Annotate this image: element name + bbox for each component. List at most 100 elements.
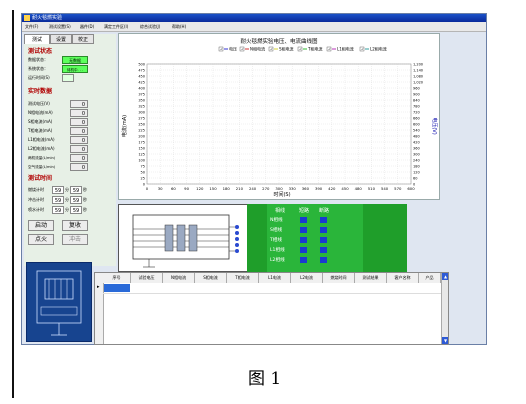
- impact-timer-min[interactable]: 59: [52, 196, 64, 204]
- y-tick-label: 125: [138, 152, 145, 156]
- col-index[interactable]: 序号: [103, 273, 131, 283]
- app-window: 耐火毯燃实验 文件(F) 测试设置(S) 器件(D) 满定工件区(I) 综合试验…: [21, 13, 487, 345]
- x-tick-label: 360: [302, 186, 310, 191]
- phase-n-open-indicator: [320, 217, 327, 223]
- col-product[interactable]: 产品: [419, 273, 441, 283]
- window-title: 耐火毯燃实验: [32, 15, 63, 21]
- y-tick-label: 325: [138, 104, 145, 108]
- air-flow-label: 空气流量(L/min): [28, 165, 56, 169]
- col-n-current[interactable]: N相电流: [163, 273, 195, 283]
- spray-timer-sec[interactable]: 59: [70, 206, 82, 214]
- menu-combined-test[interactable]: 综合试验(J): [140, 23, 160, 30]
- col-test-voltage[interactable]: 试验电压: [131, 273, 163, 283]
- phase-t-short-indicator: [300, 237, 307, 243]
- phase-row-t: T相线: [270, 238, 282, 243]
- chart-title: 耐火毯燃实验电压、电流曲线图: [240, 37, 318, 45]
- current-row-indicator: ▸: [97, 284, 100, 290]
- y-tick-label: 425: [138, 80, 145, 84]
- ignite-button[interactable]: 点火: [28, 234, 54, 245]
- menu-help[interactable]: 帮助(H): [172, 23, 186, 30]
- y2-tick-label: 240: [413, 158, 420, 162]
- chart-grid: [146, 63, 412, 185]
- selected-cell[interactable]: [104, 284, 130, 292]
- legend-label: N相电流: [250, 46, 265, 52]
- scroll-up-icon[interactable]: ▲: [442, 273, 448, 280]
- x-tick-label: 180: [223, 186, 231, 191]
- n-current-label: N相电流(mA): [28, 110, 53, 115]
- y2-tick-label: 1,080: [413, 74, 423, 78]
- burn-timer-sep: 分: [65, 187, 69, 192]
- l1-current-value: 0: [70, 136, 88, 144]
- phase-row-s: S相线: [270, 228, 283, 233]
- gas-flow-value: 0: [70, 154, 88, 162]
- legend-check-icon: ✓: [241, 48, 244, 52]
- legend-check-icon: ✓: [299, 48, 302, 52]
- tab-calibrate[interactable]: 校正: [72, 34, 94, 44]
- t-current-label: T相电流(mA): [28, 128, 53, 133]
- col-burn-time[interactable]: 燃烧时间: [323, 273, 355, 283]
- schematic-drawing: [36, 270, 82, 336]
- start-button[interactable]: 启动: [28, 220, 54, 231]
- y2-tick-label: 60: [413, 176, 417, 180]
- y-tick-label: 25: [141, 176, 145, 180]
- y-tick-label: 175: [138, 140, 145, 144]
- y2-tick-label: 1,140: [413, 68, 423, 72]
- y-tick-label: 475: [138, 68, 145, 72]
- x-tick-label: 120: [196, 186, 204, 191]
- impact-timer-sec[interactable]: 59: [70, 196, 82, 204]
- y-tick-label: 225: [138, 128, 145, 132]
- menu-bar: 文件(F) 测试设置(S) 器件(D) 满定工件区(I) 综合试验(J) 帮助(…: [22, 22, 486, 32]
- reset-button[interactable]: 复收: [62, 220, 88, 231]
- col-result[interactable]: 测试结果: [355, 273, 387, 283]
- menu-test-settings[interactable]: 测试设置(S): [49, 23, 71, 30]
- x-tick-label: 240: [249, 186, 257, 191]
- x-tick-label: 390: [315, 186, 323, 191]
- tab-settings[interactable]: 设置: [50, 34, 72, 44]
- burn-timer-min[interactable]: 59: [52, 186, 64, 194]
- phase-header-line: 相线: [275, 208, 286, 214]
- col-s-current[interactable]: S相电流: [195, 273, 227, 283]
- y2-tick-label: 180: [413, 164, 420, 168]
- phase-header-open: 断路: [319, 208, 330, 214]
- y-tick-label: 100: [138, 158, 145, 162]
- phase-l2-open-indicator: [320, 257, 327, 263]
- col-customer[interactable]: 客户名称: [387, 273, 419, 283]
- burn-timer-sec[interactable]: 59: [70, 186, 82, 194]
- y-axis-label: 电流(mA): [121, 115, 128, 137]
- phase-row-n: N相线: [270, 218, 283, 223]
- col-l1-current[interactable]: L1电流: [259, 273, 291, 283]
- wiring-diagram: [118, 204, 261, 272]
- x-tick-label: 150: [209, 186, 217, 191]
- legend-label: L1相电流: [337, 46, 354, 52]
- phase-s-short-indicator: [300, 227, 307, 233]
- col-t-current[interactable]: T相电流: [227, 273, 259, 283]
- data-status-label: 数据状态：: [28, 57, 48, 62]
- phase-l1-short-indicator: [300, 247, 307, 253]
- y2-tick-label: 660: [413, 116, 420, 120]
- menu-file[interactable]: 文件(F): [25, 23, 38, 30]
- scroll-down-icon[interactable]: ▼: [442, 337, 448, 344]
- y-tick-label: 350: [138, 98, 145, 102]
- spray-timer-min[interactable]: 59: [52, 206, 64, 214]
- col-l2-current[interactable]: L2电流: [291, 273, 323, 283]
- tab-test[interactable]: 测试: [24, 34, 50, 44]
- y-tick-label: 400: [138, 86, 145, 90]
- n-current-value: 0: [70, 109, 88, 117]
- voltage-label: 测试电压(V): [28, 101, 50, 106]
- menu-device[interactable]: 器件(D): [80, 23, 94, 30]
- legend-label: T相电流: [307, 46, 322, 52]
- gas-flow-label: 两机流量(L/min): [28, 156, 56, 160]
- phase-l1-open-indicator: [320, 247, 327, 253]
- row-divider: [103, 293, 441, 294]
- burn-timer-label: 燃烧计时: [28, 187, 44, 192]
- menu-workpiece[interactable]: 满定工件区(I): [104, 23, 128, 30]
- vertical-scrollbar[interactable]: ▲ ▼: [441, 273, 448, 344]
- y2-tick-label: 1,020: [413, 80, 423, 84]
- s-current-value: 0: [70, 118, 88, 126]
- results-table: ▸ 序号 试验电压 N相电流 S相电流 T相电流 L1电流 L2电流 燃烧时间 …: [94, 272, 449, 345]
- title-bar: 耐火毯燃实验: [22, 14, 486, 22]
- y-tick-label: 375: [138, 92, 145, 96]
- impact-button[interactable]: 冲击: [62, 234, 88, 245]
- phase-row-l2: L2相线: [270, 258, 285, 263]
- x-tick-label: 450: [341, 186, 349, 191]
